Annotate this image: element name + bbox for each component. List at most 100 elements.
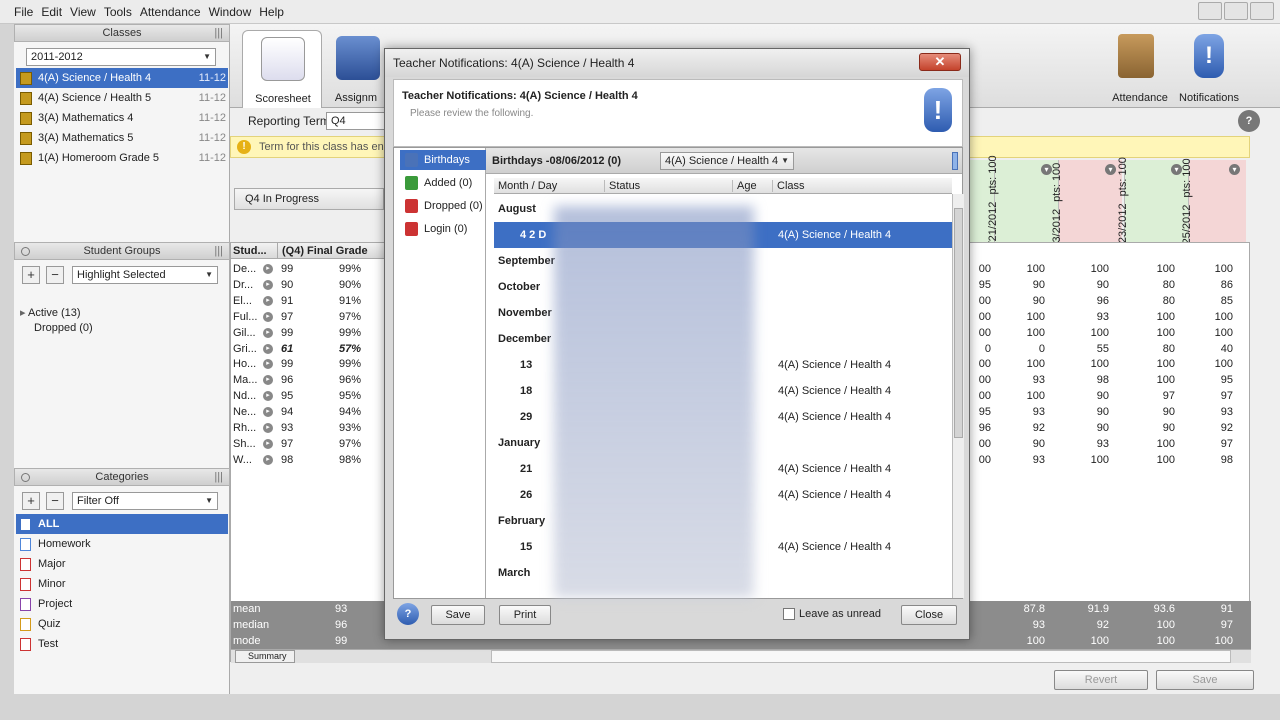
category-item[interactable]: Test: [16, 634, 228, 654]
grade-cell[interactable]: 90: [1059, 277, 1115, 293]
print-button[interactable]: Print: [499, 605, 551, 625]
student-name[interactable]: Sh...: [233, 436, 256, 452]
grade-cell[interactable]: 90: [1059, 404, 1115, 420]
student-name[interactable]: Nd...: [233, 388, 256, 404]
grade-cell[interactable]: 100: [995, 356, 1051, 372]
grade-cell[interactable]: 80: [1125, 293, 1181, 309]
term-status-button[interactable]: Q4 In Progress: [234, 188, 384, 210]
group-filter-select[interactable]: Highlight Selected ▼: [72, 266, 218, 284]
assignments-tab[interactable]: Assignm: [326, 34, 386, 108]
grade-cell[interactable]: 00: [969, 261, 991, 277]
arrow-right-icon[interactable]: ▸: [263, 438, 273, 449]
grade-cell[interactable]: 100: [1059, 325, 1115, 341]
grade-cell[interactable]: 00: [969, 436, 991, 452]
category-filter-select[interactable]: Filter Off ▼: [72, 492, 218, 510]
grade-cell[interactable]: 100: [995, 325, 1051, 341]
class-item[interactable]: 3(A) Mathematics 5 11-12: [16, 128, 228, 148]
grade-cell[interactable]: 90: [995, 436, 1051, 452]
help-icon[interactable]: ?: [397, 603, 419, 625]
grade-cell[interactable]: 100: [1059, 356, 1115, 372]
grade-cell[interactable]: 55: [1059, 341, 1115, 357]
class-item[interactable]: 4(A) Science / Health 4 11-12: [16, 68, 228, 88]
close-window-button[interactable]: [1250, 2, 1274, 20]
grade-cell[interactable]: 00: [969, 293, 991, 309]
grade-cell[interactable]: 98: [1189, 452, 1239, 468]
chevron-down-icon[interactable]: ▾: [1105, 164, 1116, 175]
grade-cell[interactable]: 100: [1189, 261, 1239, 277]
grade-cell[interactable]: 00: [969, 452, 991, 468]
grade-cell[interactable]: 100: [1125, 372, 1181, 388]
grade-cell[interactable]: 100: [1189, 356, 1239, 372]
grade-cell[interactable]: 95: [969, 277, 991, 293]
chevron-down-icon[interactable]: ▾: [1229, 164, 1240, 175]
grade-cell[interactable]: 96: [1059, 293, 1115, 309]
grade-cell[interactable]: 100: [1125, 325, 1181, 341]
scoresheet-tab[interactable]: Scoresheet: [242, 30, 322, 108]
dialog-save-button[interactable]: Save: [431, 605, 485, 625]
final-grade-col-header[interactable]: (Q4) Final Grade: [277, 243, 385, 259]
student-col-header[interactable]: Stud...: [231, 243, 277, 259]
collapse-icon[interactable]: [21, 247, 30, 256]
grade-cell[interactable]: 98: [1059, 372, 1115, 388]
student-name[interactable]: Gil...: [233, 325, 256, 341]
grade-cell[interactable]: 93: [995, 372, 1051, 388]
grade-cell[interactable]: 90: [995, 293, 1051, 309]
grade-cell[interactable]: 92: [995, 420, 1051, 436]
grade-cell[interactable]: 97: [1189, 436, 1239, 452]
class-item[interactable]: 1(A) Homeroom Grade 5 11-12: [16, 148, 228, 168]
arrow-right-icon[interactable]: ▸: [263, 407, 273, 418]
grade-cell[interactable]: 93: [1189, 404, 1239, 420]
class-item[interactable]: 4(A) Science / Health 5 11-12: [16, 88, 228, 108]
menu-file[interactable]: File: [14, 5, 33, 19]
grade-cell[interactable]: 100: [1125, 452, 1181, 468]
class-item[interactable]: 3(A) Mathematics 4 11-12: [16, 108, 228, 128]
arrow-right-icon[interactable]: ▸: [263, 423, 273, 433]
summary-tab[interactable]: Summary: [235, 650, 295, 663]
add-category-button[interactable]: +: [22, 492, 40, 510]
arrow-right-icon[interactable]: ▸: [263, 343, 273, 354]
student-name[interactable]: W...: [233, 452, 252, 468]
grade-cell[interactable]: 00: [969, 388, 991, 404]
menu-tools[interactable]: Tools: [104, 5, 132, 19]
dialog-scroll-thumb[interactable]: [954, 208, 963, 438]
grade-cell[interactable]: 90: [1125, 404, 1181, 420]
student-name[interactable]: Ne...: [233, 404, 256, 420]
grade-cell[interactable]: 00: [969, 356, 991, 372]
student-name[interactable]: El...: [233, 293, 252, 309]
group-tree-dropped[interactable]: Dropped (0): [34, 322, 93, 334]
grade-cell[interactable]: 40: [1189, 341, 1239, 357]
category-item[interactable]: Homework: [16, 534, 228, 554]
grade-cell[interactable]: 00: [969, 309, 991, 325]
menu-view[interactable]: View: [70, 5, 96, 19]
grade-cell[interactable]: 93: [1059, 436, 1115, 452]
grade-cell[interactable]: 86: [1189, 277, 1239, 293]
arrow-right-icon[interactable]: ▸: [263, 359, 273, 370]
arrow-right-icon[interactable]: ▸: [263, 454, 273, 465]
grade-cell[interactable]: 00: [969, 325, 991, 341]
grade-cell[interactable]: 100: [995, 309, 1051, 325]
grade-cell[interactable]: 95: [1189, 372, 1239, 388]
grade-cell[interactable]: 93: [995, 452, 1051, 468]
grade-cell[interactable]: 90: [1059, 388, 1115, 404]
category-item[interactable]: Minor: [16, 574, 228, 594]
student-name[interactable]: De...: [233, 261, 256, 277]
category-item[interactable]: Quiz: [16, 614, 228, 634]
category-item[interactable]: Major: [16, 554, 228, 574]
student-name[interactable]: Gri...: [233, 341, 257, 357]
grade-cell[interactable]: 100: [1059, 261, 1115, 277]
menu-edit[interactable]: Edit: [41, 5, 62, 19]
grade-cell[interactable]: 93: [1059, 309, 1115, 325]
help-icon[interactable]: ?: [1238, 110, 1260, 132]
maximize-button[interactable]: [1224, 2, 1248, 20]
grade-cell[interactable]: 85: [1189, 293, 1239, 309]
add-group-button[interactable]: +: [22, 266, 40, 284]
dialog-scrollbar[interactable]: [952, 194, 964, 598]
grade-cell[interactable]: 90: [995, 277, 1051, 293]
student-name[interactable]: Ma...: [233, 372, 257, 388]
arrow-right-icon[interactable]: ▸: [263, 375, 273, 386]
scroll-thumb[interactable]: [491, 650, 1231, 663]
group-tree-active[interactable]: ▸ Active (13): [20, 306, 81, 319]
collapse-icon[interactable]: [21, 473, 30, 482]
grade-cell[interactable]: 95: [969, 404, 991, 420]
arrow-right-icon[interactable]: ▸: [263, 327, 273, 338]
